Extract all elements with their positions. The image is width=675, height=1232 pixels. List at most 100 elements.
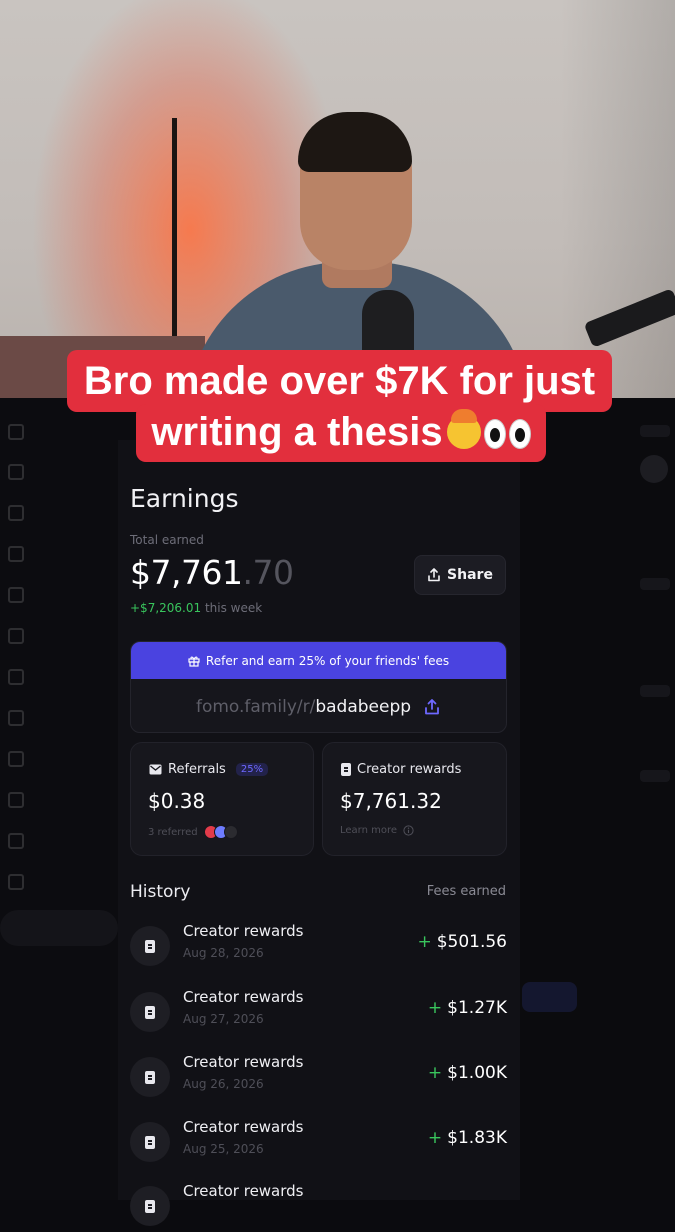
row-title: Creator rewards — [183, 1182, 304, 1200]
referrals-label: Referrals — [168, 762, 226, 777]
row-amount-value: $1.83K — [447, 1128, 507, 1148]
row-title: Creator rewards — [183, 988, 304, 1006]
history-row[interactable]: Creator rewards Aug 28, 2026 + $501.56 — [130, 922, 507, 972]
referrals-card[interactable]: Referrals 25% $0.38 3 referred — [130, 742, 314, 856]
creator-rewards-card-title: Creator rewards — [341, 762, 461, 777]
learn-more-text: Learn more — [340, 825, 398, 836]
row-title: Creator rewards — [183, 922, 304, 940]
row-amount-value: $1.00K — [447, 1063, 507, 1083]
creator-rewards-label: Creator rewards — [357, 762, 462, 777]
document-icon — [130, 1057, 170, 1097]
grid-icon — [8, 464, 24, 480]
blurred-sidebar-button — [0, 910, 118, 946]
history-title: History — [130, 882, 191, 902]
user-icon — [8, 669, 24, 685]
blurred-button — [522, 982, 577, 1012]
sidebar-item — [8, 424, 118, 440]
fees-earned-header: Fees earned — [426, 884, 506, 899]
sidebar-item — [8, 546, 118, 562]
weekly-gain-value: +$7,206.01 — [130, 601, 202, 615]
total-dollars: $7,761 — [130, 553, 243, 592]
referral-banner-text: Refer and earn 25% of your friends' fees — [205, 653, 450, 668]
home-icon — [8, 424, 24, 440]
blurred-right-panel — [520, 398, 675, 1200]
gift-icon — [188, 656, 200, 667]
referred-count-text: 3 referred — [148, 826, 198, 838]
row-amount: + $1.27K — [427, 998, 507, 1018]
more-icon — [8, 874, 24, 890]
blurred-text — [640, 770, 670, 782]
total-cents: .70 — [242, 553, 294, 592]
exploding-head-emoji-icon — [446, 404, 481, 460]
sidebar-item — [8, 669, 118, 685]
row-amount-value: $501.56 — [436, 932, 507, 952]
document-icon — [341, 763, 351, 776]
document-icon — [130, 1186, 170, 1226]
document-icon — [130, 926, 170, 966]
settings-icon — [8, 833, 24, 849]
list-icon — [8, 587, 24, 603]
referral-code: badabeepp — [315, 696, 412, 717]
bell-icon — [8, 505, 24, 521]
referrals-value: $0.38 — [148, 789, 206, 813]
learn-more-link[interactable]: Learn more — [340, 825, 414, 836]
caption-line-1: Bro made over $7K for just — [67, 350, 612, 412]
row-title: Creator rewards — [183, 1053, 304, 1071]
sidebar-item — [8, 792, 118, 808]
person-hair — [298, 112, 412, 172]
avatar — [223, 825, 238, 839]
blurred-text — [640, 578, 670, 590]
row-title: Creator rewards — [183, 1118, 304, 1136]
referred-avatars — [203, 825, 238, 839]
referral-banner: Refer and earn 25% of your friends' fees — [131, 642, 506, 679]
row-date: Aug 26, 2026 — [183, 1077, 264, 1091]
history-row[interactable]: Creator rewards Aug 25, 2026 + $1.83K — [130, 1118, 507, 1168]
total-earned-label: Total earned — [130, 533, 204, 547]
sidebar-item — [8, 874, 118, 890]
history-row[interactable]: Creator rewards — [130, 1182, 507, 1232]
trophy-icon — [8, 792, 24, 808]
history-row[interactable]: Creator rewards Aug 27, 2026 + $1.27K — [130, 988, 507, 1038]
blurred-sidebar — [0, 410, 118, 950]
eyes-emoji-icon — [483, 419, 506, 449]
blurred-avatar — [640, 455, 668, 483]
share-button[interactable]: Share — [414, 555, 506, 595]
referral-url-prefix: fomo.family/r/ — [195, 696, 316, 717]
caption-line-2: writing a thesis — [136, 404, 546, 462]
gift-icon — [8, 751, 24, 767]
caption-text-1: Bro made over $7K for just — [83, 359, 596, 403]
referral-rate-badge: 25% — [235, 763, 269, 776]
row-date: Aug 28, 2026 — [183, 946, 264, 960]
referral-url: fomo.family/r/badabeepp — [196, 697, 411, 717]
share-link-icon[interactable] — [423, 698, 441, 716]
total-earned-value: $7,761.70 — [130, 553, 294, 592]
wallet-icon — [8, 628, 24, 644]
caption-text-2: writing a thesis — [151, 410, 443, 454]
history-row[interactable]: Creator rewards Aug 26, 2026 + $1.00K — [130, 1053, 507, 1103]
row-date: Aug 27, 2026 — [183, 1012, 264, 1026]
referral-box: Refer and earn 25% of your friends' fees… — [130, 641, 507, 733]
row-date: Aug 25, 2026 — [183, 1142, 264, 1156]
referrals-count: 3 referred — [148, 825, 238, 839]
info-icon — [403, 825, 414, 836]
page-title: Earnings — [130, 484, 239, 513]
referral-link[interactable]: fomo.family/r/badabeepp — [131, 679, 506, 732]
camera-video — [0, 0, 675, 400]
creator-rewards-card[interactable]: Creator rewards $7,761.32 Learn more — [322, 742, 507, 856]
sidebar-item — [8, 587, 118, 603]
creator-rewards-value: $7,761.32 — [340, 789, 442, 813]
sidebar-item — [8, 505, 118, 521]
row-amount: + $1.00K — [427, 1063, 507, 1083]
sidebar-item — [8, 751, 118, 767]
chart-icon — [8, 710, 24, 726]
share-icon — [428, 568, 440, 582]
sidebar-item — [8, 464, 118, 480]
blurred-text — [640, 425, 670, 437]
wall-shadow — [560, 0, 675, 400]
document-icon — [130, 992, 170, 1032]
row-amount: + $501.56 — [417, 932, 507, 952]
document-icon — [130, 1122, 170, 1162]
chat-icon — [8, 546, 24, 562]
blurred-text — [640, 685, 670, 697]
weekly-change: +$7,206.01 this week — [130, 601, 262, 615]
